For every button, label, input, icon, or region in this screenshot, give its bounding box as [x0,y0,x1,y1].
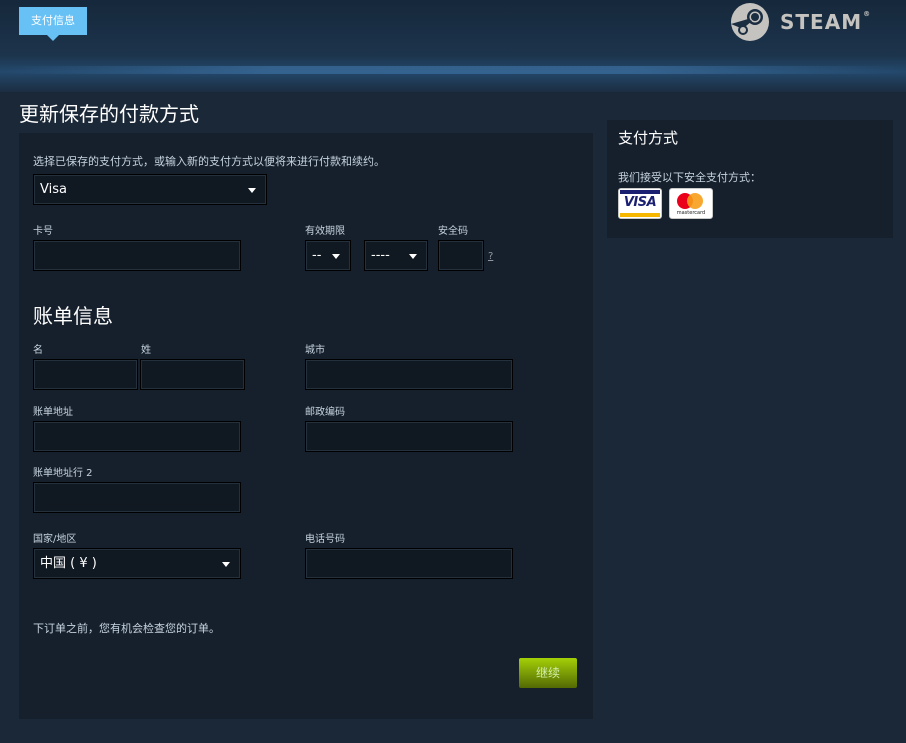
continue-button[interactable]: 继续 [519,658,577,688]
security-code-field[interactable] [438,240,484,271]
billing-address-label: 账单地址 [33,407,73,418]
billing-address2-field[interactable] [33,482,241,513]
postal-code-label: 邮政编码 [305,407,345,418]
last-name-label: 姓 [141,345,151,356]
first-name-field[interactable] [33,359,138,390]
payment-method-value: Visa [40,182,67,197]
country-select[interactable]: 中国 ( ¥ ) [33,548,241,579]
billing-section-title: 账单信息 [33,304,113,328]
review-note: 下订单之前，您有机会检查您的订单。 [33,622,220,635]
chevron-down-icon [248,188,256,193]
expiration-month-value: -- [312,248,322,263]
phone-label: 电话号码 [305,534,345,545]
country-value: 中国 ( ¥ ) [40,556,97,571]
payment-methods-title: 支付方式 [618,129,679,147]
accepted-methods-text: 我们接受以下安全支付方式： [618,171,761,184]
breadcrumb[interactable]: 支付信息 [19,7,87,41]
steam-logo[interactable]: STEAM® [730,2,871,42]
payment-methods-panel: 支付方式 我们接受以下安全支付方式： VISA mastercard [607,120,893,238]
city-field[interactable] [305,359,513,390]
expiration-year-value: ---- [371,248,390,263]
steam-icon [731,3,769,41]
chevron-down-icon [222,562,230,567]
expiration-label: 有效期限 [305,226,345,237]
expiration-year-select[interactable]: ---- [364,240,428,271]
mastercard-icon: mastercard [669,188,713,219]
phone-field[interactable] [305,548,513,579]
billing-address-field[interactable] [33,421,241,452]
expiration-month-select[interactable]: -- [305,240,351,271]
security-code-label: 安全码 [438,226,468,237]
city-label: 城市 [305,345,325,356]
page-title: 更新保存的付款方式 [19,102,199,126]
intro-text: 选择已保存的支付方式，或输入新的支付方式以便将来进行付款和续约。 [33,155,385,168]
visa-card-icon: VISA [618,188,662,219]
last-name-field[interactable] [140,359,245,390]
chevron-down-icon [332,254,340,259]
steam-wordmark: STEAM® [780,10,872,34]
card-number-label: 卡号 [33,226,53,237]
payment-form-panel: 选择已保存的支付方式，或输入新的支付方式以便将来进行付款和续约。 Visa 卡号… [19,133,593,719]
first-name-label: 名 [33,345,43,356]
chevron-down-icon [409,254,417,259]
postal-code-field[interactable] [305,421,513,452]
country-label: 国家/地区 [33,534,77,545]
payment-method-select[interactable]: Visa [33,174,267,205]
security-code-help-link[interactable]: ? [488,251,493,262]
billing-address2-label: 账单地址行 2 [33,468,93,479]
card-number-field[interactable] [33,240,241,271]
